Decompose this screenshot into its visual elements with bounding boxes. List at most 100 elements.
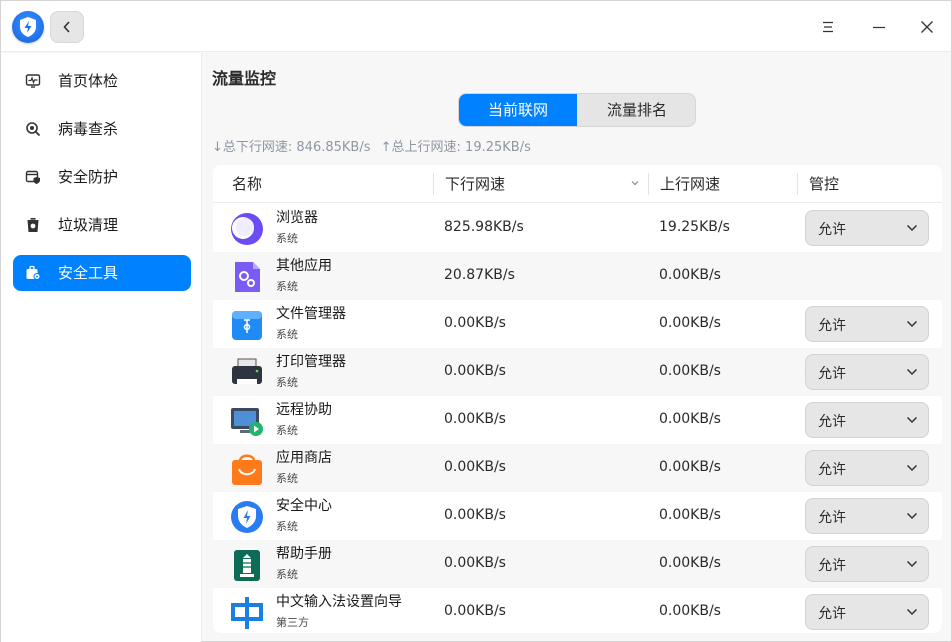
view-segmented-control: 当前联网 流量排名 [458,93,696,127]
sort-descending-icon[interactable] [630,179,640,187]
control-select-value: 允许 [818,318,846,334]
sidebar-item-protection[interactable]: 安全防护 [13,159,191,195]
app-type: 系统 [276,472,298,485]
control-select-value: 允许 [818,510,846,526]
close-icon [921,21,933,33]
app-type: 系统 [276,568,298,581]
table-row[interactable]: 其他应用 系统 20.87KB/s 0.00KB/s [213,252,942,300]
upload-speed: 0.00KB/s [659,315,721,331]
control-select-value: 允许 [818,558,846,574]
sidebar-item-label: 首页体检 [58,72,119,90]
sidebar-item-virus-scan[interactable]: 病毒查杀 [13,111,191,147]
table-header: 名称 下行网速 上行网速 管控 [213,165,942,203]
toolbox-icon [26,265,41,280]
column-header-name[interactable]: 名称 [232,165,262,203]
column-header-upload[interactable]: 上行网速 [660,165,720,203]
chevron-down-icon [906,512,918,520]
download-speed: 0.00KB/s [444,363,506,379]
control-select[interactable]: 允许 [805,402,929,438]
app-type: 系统 [276,232,298,245]
sidebar-item-cleanup[interactable]: 垃圾清理 [13,207,191,243]
tab-current-connections[interactable]: 当前联网 [459,94,577,126]
upload-speed: 0.00KB/s [659,267,721,283]
app-type: 系统 [276,520,298,533]
upload-speed: 0.00KB/s [659,459,721,475]
control-select-value: 允许 [818,606,846,622]
sidebar-item-checkup[interactable]: 首页体检 [13,63,191,99]
chevron-down-icon [906,560,918,568]
chevron-down-icon [906,608,918,616]
table-row[interactable]: 文件管理器 系统 0.00KB/s 0.00KB/s 允许 [213,300,942,348]
control-select[interactable]: 允许 [805,594,929,630]
chevron-down-icon [906,416,918,424]
download-speed: 20.87KB/s [444,267,515,283]
app-type: 系统 [276,424,298,437]
close-button[interactable] [913,13,941,41]
app-name: 打印管理器 [276,354,346,370]
upload-speed: 19.25KB/s [659,219,730,235]
back-button[interactable] [50,11,84,43]
app-name: 应用商店 [276,450,332,466]
control-select[interactable]: 允许 [805,498,929,534]
checkup-icon [25,74,41,88]
chevron-down-icon [906,224,918,232]
minimize-button[interactable] [865,13,893,41]
sidebar-item-label: 安全工具 [58,264,119,282]
security-center-icon [231,501,263,533]
main-content: 流量监控 当前联网 流量排名 ↓总下行网速: 846.85KB/s ↑总上行网速… [203,53,951,642]
upload-speed: 0.00KB/s [659,363,721,379]
download-speed: 0.00KB/s [444,315,506,331]
tab-traffic-ranking[interactable]: 流量排名 [578,94,695,126]
virus-scan-icon [26,122,41,137]
app-type: 系统 [276,280,298,293]
help-manual-icon [234,550,260,581]
sidebar: 首页体检 病毒查杀 安全防护 垃圾清理 安全工具 [1,53,202,642]
control-select[interactable]: 允许 [805,306,929,342]
column-divider [433,173,434,195]
main-menu-button[interactable] [814,13,842,41]
table-row[interactable]: 安全中心 系统 0.00KB/s 0.00KB/s 允许 [213,492,942,540]
control-select[interactable]: 允许 [805,210,929,246]
app-name: 安全中心 [276,498,332,514]
control-select-value: 允许 [818,462,846,478]
input-method-icon [231,597,263,629]
download-speed: 0.00KB/s [444,603,506,619]
table-row[interactable]: 远程协助 系统 0.00KB/s 0.00KB/s 允许 [213,396,942,444]
app-type: 系统 [276,376,298,389]
table-row[interactable]: 浏览器 系统 825.98KB/s 19.25KB/s 允许 [213,204,942,252]
control-select[interactable]: 允许 [805,354,929,390]
sidebar-item-security-tools[interactable]: 安全工具 [13,255,191,291]
control-select-value: 允许 [818,414,846,430]
table-row[interactable]: 应用商店 系统 0.00KB/s 0.00KB/s 允许 [213,444,942,492]
sidebar-item-label: 安全防护 [58,168,119,186]
chevron-down-icon [906,320,918,328]
column-divider [648,173,649,195]
traffic-table: 名称 下行网速 上行网速 管控 浏览器 系统 825.98KB/s 19.25K… [213,165,942,633]
table-row[interactable]: 帮助手册 系统 0.00KB/s 0.00KB/s 允许 [213,540,942,588]
remote-assist-icon [231,408,263,436]
trash-icon [27,218,39,232]
upload-speed: 0.00KB/s [659,507,721,523]
column-header-control[interactable]: 管控 [809,165,839,203]
upload-speed: 0.00KB/s [659,411,721,427]
app-window: 首页体检 病毒查杀 安全防护 垃圾清理 安全工具 流量监控 当前联网 流量排名 … [0,0,952,642]
total-download-speed: ↓总下行网速: 846.85KB/s [212,140,371,155]
app-name: 其他应用 [276,258,332,274]
app-name: 远程协助 [276,402,332,418]
control-select[interactable]: 允许 [805,546,929,582]
app-type: 第三方 [276,616,309,629]
app-name: 浏览器 [276,210,318,226]
table-row[interactable]: 中文输入法设置向导 第三方 0.00KB/s 0.00KB/s 允许 [213,588,942,633]
file-manager-icon [232,311,262,340]
control-select[interactable]: 允许 [805,450,929,486]
menu-icon [823,21,833,33]
table-row[interactable]: 打印管理器 系统 0.00KB/s 0.00KB/s 允许 [213,348,942,396]
minimize-icon [873,26,885,29]
other-apps-icon [235,262,260,292]
sidebar-item-label: 垃圾清理 [58,216,119,234]
chevron-down-icon [906,368,918,376]
control-select-value: 允许 [818,366,846,382]
app-name: 文件管理器 [276,306,346,322]
column-header-download[interactable]: 下行网速 [445,165,505,203]
control-select-value: 允许 [818,222,846,238]
